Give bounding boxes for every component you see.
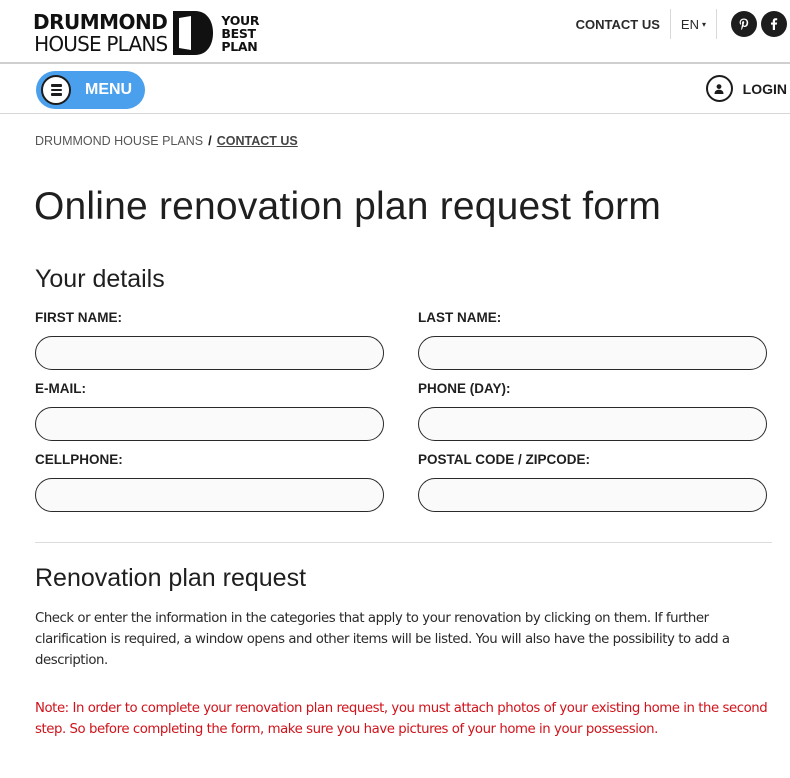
facebook-button[interactable] (761, 11, 787, 37)
email-label: E-MAIL: (35, 381, 86, 396)
renovation-section-title: Renovation plan request (35, 564, 307, 592)
login-label: LOGIN (742, 80, 787, 97)
top-header: DRUMMOND HOUSE PLANS YOUR BEST PLAN CONT… (0, 0, 790, 64)
breadcrumb-current-link[interactable]: CONTACT US (217, 134, 298, 148)
logo-door-icon (173, 11, 214, 55)
logo-line-2: HOUSE PLANS (34, 32, 168, 56)
facebook-icon (771, 18, 778, 30)
tagline-word: PLAN (221, 38, 258, 54)
phone-day-field: PHONE (DAY): (418, 381, 767, 441)
cellphone-input[interactable] (35, 478, 384, 512)
menu-button[interactable]: MENU (36, 71, 145, 109)
nav-divider (669, 9, 671, 39)
nav-divider (716, 9, 717, 39)
contact-us-link[interactable]: CONTACT US (576, 17, 660, 32)
pinterest-icon (739, 18, 749, 30)
site-logo[interactable]: DRUMMOND HOUSE PLANS YOUR BEST PLAN (33, 10, 260, 56)
last-name-field: LAST NAME: (418, 310, 767, 370)
top-nav: CONTACT US EN ▾ (576, 8, 790, 40)
menu-label: MENU (85, 81, 133, 98)
renovation-note-text: Note: In order to complete your renovati… (35, 701, 768, 737)
pinterest-button[interactable] (731, 11, 757, 37)
cellphone-field: CELLPHONE: (35, 452, 384, 512)
first-name-field: FIRST NAME: (35, 310, 384, 370)
first-name-label: FIRST NAME: (35, 310, 122, 325)
logo-wordmark: DRUMMOND HOUSE PLANS (33, 10, 168, 56)
hamburger-icon (41, 75, 71, 105)
email-field: E-MAIL: (35, 381, 384, 441)
details-section-title: Your details (35, 265, 165, 293)
menu-bar: MENU LOGIN (0, 66, 790, 114)
postal-code-label: POSTAL CODE / ZIPCODE: (418, 452, 591, 467)
language-label: EN (680, 16, 699, 32)
page-title: Online renovation plan request form (34, 185, 662, 228)
chevron-down-icon: ▾ (701, 19, 706, 29)
breadcrumb-home-link[interactable]: DRUMMOND HOUSE PLANS (35, 134, 203, 148)
language-selector[interactable]: EN ▾ (681, 17, 706, 32)
cellphone-label: CELLPHONE: (35, 452, 123, 467)
user-icon (705, 75, 733, 102)
postal-code-input[interactable] (418, 478, 767, 512)
email-input[interactable] (35, 407, 384, 441)
login-button[interactable]: LOGIN (705, 75, 787, 102)
tagline-word: BEST (221, 25, 256, 41)
last-name-input[interactable] (418, 336, 767, 370)
renovation-intro-text: Check or enter the information in the ca… (35, 611, 730, 668)
breadcrumb: DRUMMOND HOUSE PLANS / CONTACT US (35, 133, 298, 148)
postal-code-field: POSTAL CODE / ZIPCODE: (418, 452, 767, 512)
section-divider (35, 542, 772, 543)
breadcrumb-separator: / (208, 133, 212, 148)
tagline-word: YOUR (221, 12, 260, 28)
last-name-label: LAST NAME: (418, 310, 502, 325)
phone-day-label: PHONE (DAY): (418, 381, 511, 396)
logo-line-1: DRUMMOND (33, 10, 168, 34)
phone-day-input[interactable] (418, 407, 767, 441)
first-name-input[interactable] (35, 336, 384, 370)
logo-tagline: YOUR BEST PLAN (221, 14, 259, 53)
